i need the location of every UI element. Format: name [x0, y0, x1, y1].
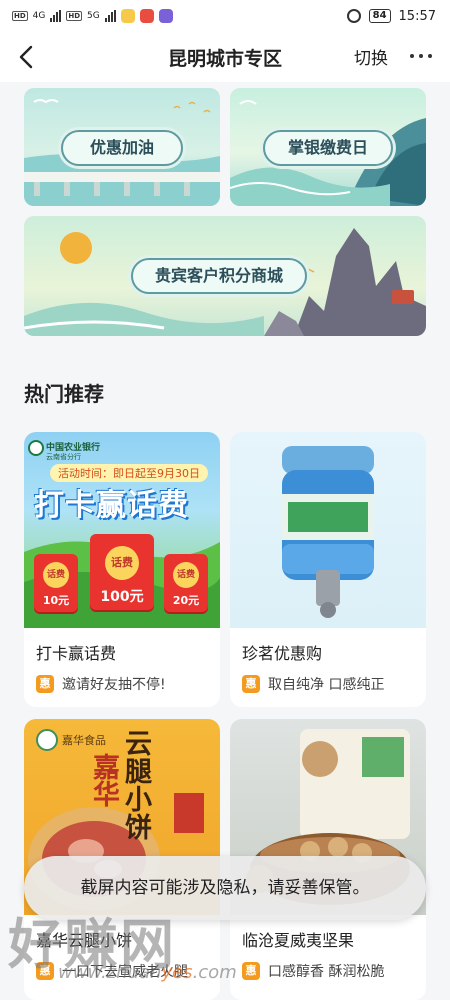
- app-notification-icon: [139, 9, 154, 23]
- banner-label: 优惠加油: [61, 130, 183, 166]
- card-subtitle: 邀请好友抽不停!: [62, 677, 166, 693]
- envelope-amount: 100元: [100, 589, 144, 605]
- red-envelope: 话费 100元: [90, 534, 154, 610]
- watermark-url-part: www.zhuan: [58, 962, 162, 983]
- envelope-coin: 话费: [43, 562, 69, 588]
- chevron-left-icon: [19, 45, 33, 69]
- discount-badge: 惠: [242, 962, 260, 980]
- more-icon[interactable]: [410, 54, 432, 58]
- signal-icon-2: [104, 10, 116, 22]
- red-envelope: 话费 10元: [34, 554, 78, 612]
- watermark-url: www.zhuanyes.com: [58, 962, 237, 983]
- envelope-amount: 20元: [172, 594, 200, 607]
- battery-icon: 84: [368, 9, 391, 23]
- banner-label: 贵宾客户积分商城: [131, 258, 307, 294]
- app-notification-icon: [120, 9, 135, 23]
- product-card-water[interactable]: 珍茗优惠购 惠 取自纯净 口感纯正: [230, 432, 426, 707]
- card-subtitle-row: 惠 邀请好友抽不停!: [36, 674, 166, 694]
- card-subtitle: 取自纯净 口感纯正: [268, 677, 385, 693]
- product-brand-art: 嘉华: [88, 753, 119, 807]
- water-bottle-illustration: [282, 446, 374, 618]
- headline: 打卡赢话费: [34, 488, 189, 523]
- envelope-coin: 话费: [105, 546, 139, 580]
- card-subtitle: 口感醇香 酥润松脆: [268, 964, 385, 980]
- red-envelope: 话费 20元: [164, 554, 208, 612]
- watermark-url-part: .com: [192, 962, 237, 983]
- envelope-amount: 10元: [42, 594, 70, 607]
- card-image: 中国农业银行 云南省分行 活动时间：即日起至9月30日 打卡赢话费 话费 10元…: [24, 432, 220, 628]
- jiahua-logo-icon: [36, 729, 58, 751]
- envelope-coin: 话费: [173, 562, 199, 588]
- hd-tag: HD: [12, 11, 28, 21]
- back-button[interactable]: [14, 44, 40, 70]
- card-title: 打卡赢话费: [36, 644, 117, 663]
- status-right: 84 15:57: [346, 8, 436, 24]
- signal-icon: [50, 10, 62, 22]
- card-subtitle-row: 惠 口感醇香 酥润松脆: [242, 961, 384, 981]
- card-title: 珍茗优惠购: [242, 644, 323, 663]
- banner-payment-day[interactable]: 掌银缴费日: [230, 88, 426, 206]
- section-title: 热门推荐: [24, 382, 104, 406]
- network-label: 4G: [32, 11, 46, 21]
- nav-bar: 昆明城市专区 切换: [0, 32, 450, 82]
- status-left: HD 4G HD 5G: [12, 9, 173, 23]
- hd-tag-2: HD: [66, 11, 83, 21]
- banner-vip-mall[interactable]: 贵宾客户积分商城: [24, 216, 426, 336]
- card-image: [230, 432, 426, 628]
- product-card-checkin[interactable]: 中国农业银行 云南省分行 活动时间：即日起至9月30日 打卡赢话费 话费 10元…: [24, 432, 220, 707]
- switch-city-button[interactable]: 切换: [354, 44, 388, 69]
- abc-logo-icon: [28, 440, 44, 456]
- discount-badge: 惠: [36, 675, 54, 693]
- bank-branch: 云南省分行: [46, 453, 81, 461]
- card-title: 临沧夏威夷坚果: [242, 931, 355, 950]
- banner-label: 掌银缴费日: [263, 130, 393, 166]
- alarm-icon: [346, 9, 361, 23]
- card-subtitle-row: 惠 取自纯净 口感纯正: [242, 674, 384, 694]
- banner-fuel-discount[interactable]: 优惠加油: [24, 88, 220, 206]
- discount-badge: 惠: [242, 675, 260, 693]
- network-label-2: 5G: [87, 11, 100, 21]
- app-notification-icon: [158, 9, 173, 23]
- status-bar: HD 4G HD 5G 84 15:57: [0, 0, 450, 32]
- brand-name: 嘉华食品: [62, 734, 106, 747]
- watermark-url-part: yes: [161, 962, 193, 983]
- clock: 15:57: [398, 8, 436, 24]
